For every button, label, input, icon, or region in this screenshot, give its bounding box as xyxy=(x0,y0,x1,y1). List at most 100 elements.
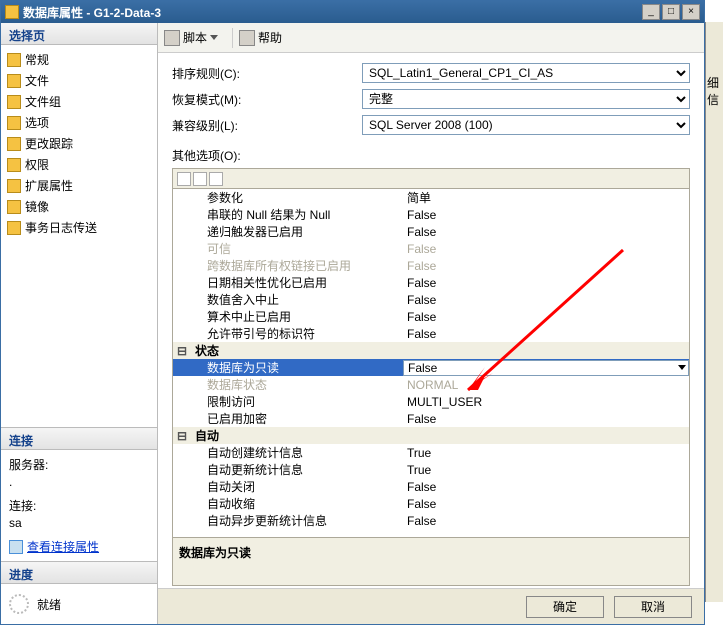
dialog-window: 数据库属性 - G1-2-Data-3 _ □ × 选择页 常规文件文件组选项更… xyxy=(0,0,705,625)
page-nav: 常规文件文件组选项更改跟踪权限扩展属性镜像事务日志传送 xyxy=(1,45,157,242)
grid-value[interactable]: False xyxy=(403,360,689,376)
sidebar-item[interactable]: 权限 xyxy=(5,154,153,175)
grid-category[interactable]: ⊟自动 xyxy=(173,427,689,444)
maximize-button[interactable]: □ xyxy=(662,4,680,20)
grid-row[interactable]: 数据库状态NORMAL xyxy=(173,376,689,393)
grid-row[interactable]: 串联的 Null 结果为 NullFalse xyxy=(173,206,689,223)
grid-value: True xyxy=(403,463,689,477)
chevron-down-icon[interactable] xyxy=(678,365,686,370)
close-button[interactable]: × xyxy=(682,4,700,20)
grid-row[interactable]: 算术中止已启用False xyxy=(173,308,689,325)
button-bar: 确定 取消 xyxy=(158,588,704,624)
grid-key: 自动收缩 xyxy=(191,495,403,512)
collation-select[interactable]: SQL_Latin1_General_CP1_CI_AS xyxy=(362,63,690,83)
ok-button[interactable]: 确定 xyxy=(526,596,604,618)
grid-key: 串联的 Null 结果为 Null xyxy=(191,206,403,223)
grid-toolbar xyxy=(172,168,690,188)
grid-row[interactable]: 自动收缩False xyxy=(173,495,689,512)
help-icon xyxy=(239,30,255,46)
grid-row[interactable]: 数据库为只读False xyxy=(173,359,689,376)
grid-row[interactable]: 参数化简单 xyxy=(173,189,689,206)
window-title: 数据库属性 - G1-2-Data-3 xyxy=(23,4,640,21)
sidebar-item[interactable]: 扩展属性 xyxy=(5,175,153,196)
titlebar[interactable]: 数据库属性 - G1-2-Data-3 _ □ × xyxy=(1,1,704,23)
grid-row[interactable]: 自动更新统计信息True xyxy=(173,461,689,478)
progress-section: 进度 就绪 xyxy=(1,561,157,624)
compat-select[interactable]: SQL Server 2008 (100) xyxy=(362,115,690,135)
help-label: 帮助 xyxy=(258,29,282,46)
grid-key: 自动创建统计信息 xyxy=(191,444,403,461)
page-icon xyxy=(7,200,21,214)
sidebar-item-label: 更改跟踪 xyxy=(25,135,73,152)
sidebar-item[interactable]: 选项 xyxy=(5,112,153,133)
page-icon xyxy=(7,137,21,151)
sidebar-item[interactable]: 常规 xyxy=(5,49,153,70)
side-text: 细信 xyxy=(706,72,723,110)
grid-row[interactable]: 递归触发器已启用False xyxy=(173,223,689,240)
grid-row[interactable]: 自动创建统计信息True xyxy=(173,444,689,461)
help-button[interactable]: 帮助 xyxy=(239,29,282,46)
sort-az-icon[interactable] xyxy=(193,172,207,186)
connection-header: 连接 xyxy=(1,428,157,450)
grid-row[interactable]: 自动异步更新统计信息False xyxy=(173,512,689,529)
chevron-down-icon xyxy=(210,35,218,40)
collapse-icon[interactable]: ⊟ xyxy=(173,429,191,443)
script-button[interactable]: 脚本 xyxy=(164,29,218,46)
grid-category[interactable]: ⊟状态 xyxy=(173,342,689,359)
grid-value: False xyxy=(403,497,689,511)
grid-row[interactable]: 自动关闭False xyxy=(173,478,689,495)
grid-key: 数值舍入中止 xyxy=(191,291,403,308)
progress-spinner-icon xyxy=(9,594,29,614)
app-icon xyxy=(5,5,19,19)
minimize-button[interactable]: _ xyxy=(642,4,660,20)
sidebar-item[interactable]: 事务日志传送 xyxy=(5,217,153,238)
side-truncated-panel: 细信 xyxy=(705,22,723,602)
grid-key: 限制访问 xyxy=(191,393,403,410)
connection-section: 连接 服务器: . 连接: sa 查看连接属性 xyxy=(1,427,157,561)
right-panel: 脚本 帮助 排序规则(C): SQL_Latin1_General_CP1_CI… xyxy=(158,23,704,624)
grid-value: False xyxy=(403,293,689,307)
grid-value: NORMAL xyxy=(403,378,689,392)
view-connection-link[interactable]: 查看连接属性 xyxy=(9,538,149,555)
grid-row[interactable]: 数值舍入中止False xyxy=(173,291,689,308)
sidebar-item[interactable]: 镜像 xyxy=(5,196,153,217)
conn-label: 连接: xyxy=(9,497,149,514)
conn-value: sa xyxy=(9,516,149,530)
grid-key: 允许带引号的标识符 xyxy=(191,325,403,342)
grid-key: 数据库状态 xyxy=(191,376,403,393)
other-options-label: 其他选项(O): xyxy=(172,147,690,164)
grid-key: 自动关闭 xyxy=(191,478,403,495)
page-icon xyxy=(7,116,21,130)
sidebar-item[interactable]: 文件 xyxy=(5,70,153,91)
dialog-body: 选择页 常规文件文件组选项更改跟踪权限扩展属性镜像事务日志传送 连接 服务器: … xyxy=(1,23,704,624)
recovery-select[interactable]: 完整 xyxy=(362,89,690,109)
grid-row[interactable]: 允许带引号的标识符False xyxy=(173,325,689,342)
categorize-icon[interactable] xyxy=(177,172,191,186)
grid-row[interactable]: 跨数据库所有权链接已启用False xyxy=(173,257,689,274)
select-page-header: 选择页 xyxy=(1,23,157,45)
grid-key: 自动异步更新统计信息 xyxy=(191,512,403,529)
progress-header: 进度 xyxy=(1,562,157,584)
grid-key: 已启用加密 xyxy=(191,410,403,427)
collapse-icon[interactable]: ⊟ xyxy=(173,344,191,358)
server-label: 服务器: xyxy=(9,456,149,473)
sidebar-item[interactable]: 更改跟踪 xyxy=(5,133,153,154)
compat-label: 兼容级别(L): xyxy=(172,117,362,134)
grid-key: 参数化 xyxy=(191,189,403,206)
page-icon xyxy=(7,74,21,88)
content-toolbar: 脚本 帮助 xyxy=(158,23,704,53)
grid-key: 日期相关性优化已启用 xyxy=(191,274,403,291)
grid-row[interactable]: 限制访问MULTI_USER xyxy=(173,393,689,410)
properties-icon xyxy=(9,540,23,554)
expand-icon[interactable] xyxy=(209,172,223,186)
grid-value: False xyxy=(403,327,689,341)
property-grid[interactable]: 参数化简单串联的 Null 结果为 NullFalse递归触发器已启用False… xyxy=(172,188,690,538)
cancel-button[interactable]: 取消 xyxy=(614,596,692,618)
script-label: 脚本 xyxy=(183,29,207,46)
grid-row[interactable]: 可信False xyxy=(173,240,689,257)
property-description: 数据库为只读 xyxy=(172,538,690,586)
sidebar-item-label: 文件 xyxy=(25,72,49,89)
grid-row[interactable]: 日期相关性优化已启用False xyxy=(173,274,689,291)
sidebar-item[interactable]: 文件组 xyxy=(5,91,153,112)
grid-row[interactable]: 已启用加密False xyxy=(173,410,689,427)
